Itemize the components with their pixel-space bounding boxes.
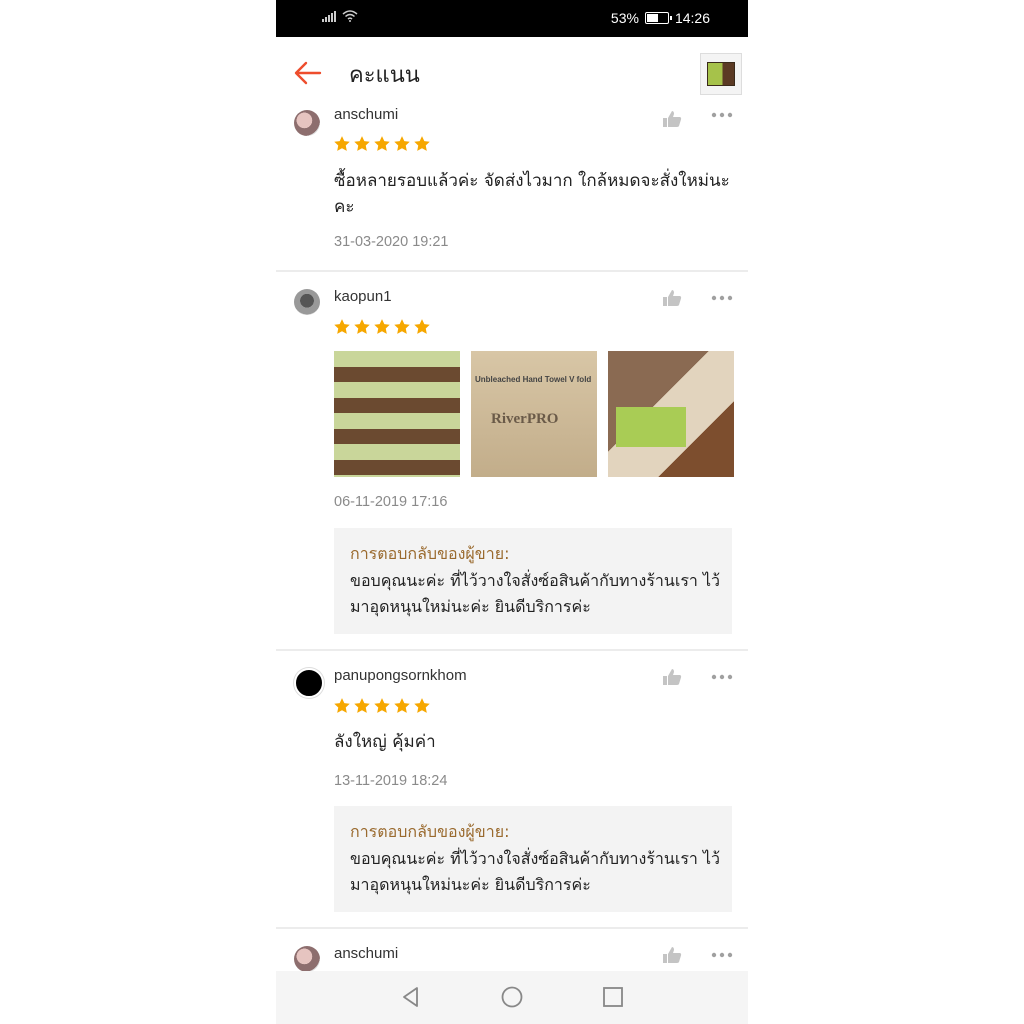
review-photo[interactable]: [334, 351, 460, 477]
review-text: ซื้อหลายรอบแล้วค่ะ จัดส่งไวมาก ใกล้หมดจะ…: [334, 171, 730, 217]
star-icon: [414, 136, 430, 151]
photo-brand: RiverPRO: [491, 411, 559, 427]
phone-screen: 53% 14:26 คะแนน anschumi ซื้อหลายรอบแล้ว…: [276, 0, 748, 1024]
star-icon: [354, 136, 370, 151]
divider: [276, 270, 748, 272]
star-icon: [354, 319, 370, 334]
review-date: 06-11-2019 17:16: [334, 494, 448, 510]
review-username[interactable]: panupongsornkhom: [334, 667, 467, 684]
star-icon: [334, 319, 350, 334]
seller-reply-label: การตอบกลับของผู้ขาย:: [350, 544, 510, 563]
star-icon: [374, 136, 390, 151]
divider: [276, 649, 748, 651]
star-icon: [334, 698, 350, 713]
product-thumbnail[interactable]: [700, 53, 742, 95]
review-photo[interactable]: Unbleached Hand Towel V fold RiverPRO: [471, 351, 597, 477]
avatar[interactable]: [294, 668, 324, 698]
thumbs-up-icon[interactable]: [662, 946, 682, 964]
star-icon: [394, 319, 410, 334]
status-bar: 53% 14:26: [276, 0, 748, 37]
status-right: 53% 14:26: [611, 10, 710, 26]
star-rating: [333, 697, 431, 715]
more-options-icon[interactable]: [711, 952, 733, 958]
clock: 14:26: [674, 10, 710, 26]
page-title: คะแนน: [349, 63, 420, 88]
review-username[interactable]: anschumi: [334, 106, 398, 123]
more-options-icon[interactable]: [711, 112, 733, 118]
review-photo[interactable]: [608, 351, 734, 477]
seller-reply-text: ขอบคุณนะค่ะ ที่ไว้วางใจสั่งซ์อสินค้ากับท…: [350, 571, 721, 616]
star-icon: [414, 698, 430, 713]
battery-icon: [644, 12, 672, 24]
seller-reply: การตอบกลับของผู้ขาย: ขอบคุณนะค่ะ ที่ไว้ว…: [334, 528, 732, 634]
review-username[interactable]: kaopun1: [334, 288, 392, 305]
product-image: [707, 62, 735, 86]
star-icon: [374, 698, 390, 713]
thumbs-up-icon[interactable]: [662, 668, 682, 686]
avatar[interactable]: [294, 289, 320, 315]
star-icon: [334, 136, 350, 151]
divider: [276, 927, 748, 929]
system-nav-bar: [276, 971, 748, 1024]
seller-reply: การตอบกลับของผู้ขาย: ขอบคุณนะค่ะ ที่ไว้ว…: [334, 806, 732, 912]
review-photos: Unbleached Hand Towel V fold RiverPRO: [334, 351, 734, 477]
star-icon: [414, 319, 430, 334]
star-rating: [333, 135, 431, 153]
review-date: 13-11-2019 18:24: [334, 773, 448, 789]
app-header: คะแนน: [276, 37, 748, 103]
battery-percent: 53%: [610, 10, 639, 26]
review-text: ลังใหญ่ คุ้มค่า: [334, 732, 436, 752]
avatar[interactable]: [294, 110, 320, 136]
star-rating: [333, 318, 431, 336]
star-icon: [394, 698, 410, 713]
back-arrow-icon[interactable]: [292, 57, 324, 89]
avatar[interactable]: [294, 946, 320, 971]
seller-reply-text: ขอบคุณนะค่ะ ที่ไว้วางใจสั่งซ์อสินค้ากับท…: [350, 849, 721, 894]
review-username[interactable]: anschumi: [334, 945, 398, 962]
nav-recents-icon[interactable]: [602, 986, 624, 1008]
star-icon: [374, 319, 390, 334]
photo-caption: Unbleached Hand Towel V fold: [475, 375, 592, 384]
star-icon: [394, 136, 410, 151]
more-options-icon[interactable]: [711, 295, 733, 301]
star-icon: [354, 698, 370, 713]
package-label: [616, 407, 686, 447]
nav-home-icon[interactable]: [501, 986, 523, 1008]
signal-icon: [322, 10, 336, 22]
status-left: [322, 10, 358, 22]
thumbs-up-icon[interactable]: [662, 110, 682, 128]
more-options-icon[interactable]: [711, 674, 733, 680]
wifi-icon: [342, 10, 358, 22]
thumbs-up-icon[interactable]: [662, 289, 682, 307]
reviews-list[interactable]: anschumi ซื้อหลายรอบแล้วค่ะ จัดส่งไวมาก …: [276, 103, 748, 971]
nav-back-icon[interactable]: [400, 986, 422, 1008]
seller-reply-label: การตอบกลับของผู้ขาย:: [350, 822, 510, 841]
review-date: 31-03-2020 19:21: [334, 234, 449, 250]
